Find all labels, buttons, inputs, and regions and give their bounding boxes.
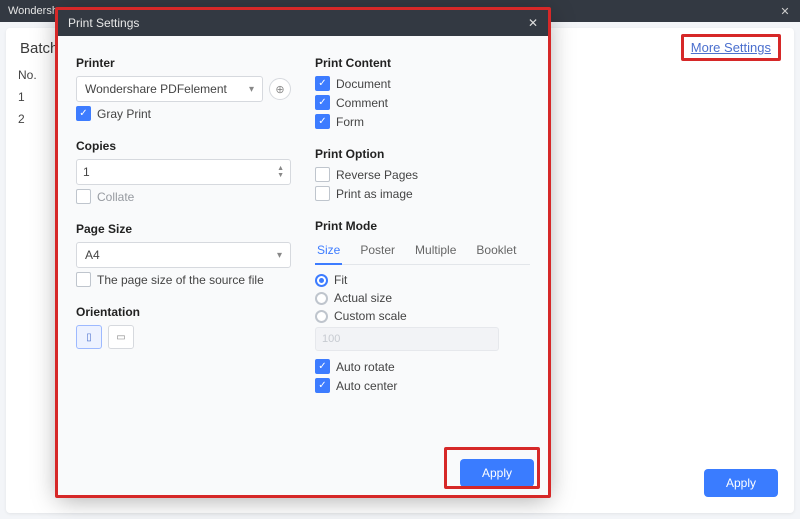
tab-size[interactable]: Size	[315, 239, 342, 265]
batch-list: No. 1 2	[18, 68, 37, 134]
print-as-image-checkbox[interactable]: Print as image	[315, 186, 530, 201]
checkbox-icon	[76, 272, 91, 287]
actual-size-radio[interactable]: Actual size	[315, 291, 530, 305]
source-pagesize-checkbox[interactable]: The page size of the source file	[76, 272, 291, 287]
content-document-checkbox[interactable]: Document	[315, 76, 530, 91]
printer-settings-icon[interactable]: ⊕	[269, 78, 291, 100]
apply-button-bg[interactable]: Apply	[704, 469, 778, 497]
custom-scale-input: 100	[315, 327, 499, 351]
section-print-option: Print Option	[315, 147, 530, 161]
chevron-down-icon: ▾	[277, 250, 282, 261]
chevron-up-icon[interactable]: ▲	[277, 165, 284, 172]
page-size-select[interactable]: A4 ▾	[76, 242, 291, 268]
more-settings-link[interactable]: More Settings	[687, 38, 775, 57]
list-row: 1	[18, 90, 37, 104]
content-comment-checkbox[interactable]: Comment	[315, 95, 530, 110]
checkbox-icon	[315, 378, 330, 393]
section-printer: Printer	[76, 56, 291, 70]
orientation-landscape[interactable]: ▭	[108, 325, 134, 349]
custom-scale-radio[interactable]: Custom scale	[315, 309, 530, 323]
checkbox-icon	[315, 186, 330, 201]
section-pagesize: Page Size	[76, 222, 291, 236]
tab-multiple[interactable]: Multiple	[413, 239, 458, 264]
col-header-no: No.	[18, 68, 37, 82]
collate-checkbox[interactable]: Collate	[76, 189, 291, 204]
printer-select[interactable]: Wondershare PDFelement ▾	[76, 76, 263, 102]
printer-selected: Wondershare PDFelement	[85, 82, 227, 96]
checkbox-icon	[315, 76, 330, 91]
close-icon[interactable]: ✕	[776, 5, 794, 18]
fit-radio[interactable]: Fit	[315, 273, 530, 287]
checkbox-icon	[315, 359, 330, 374]
dialog-title: Print Settings	[68, 16, 139, 30]
section-orientation: Orientation	[76, 305, 291, 319]
checkbox-icon	[315, 167, 330, 182]
section-print-mode: Print Mode	[315, 219, 530, 233]
auto-rotate-checkbox[interactable]: Auto rotate	[315, 359, 530, 374]
section-print-content: Print Content	[315, 56, 530, 70]
orientation-portrait[interactable]: ▯	[76, 325, 102, 349]
radio-icon	[315, 310, 328, 323]
list-row: 2	[18, 112, 37, 126]
tab-poster[interactable]: Poster	[358, 239, 397, 264]
close-icon[interactable]: ✕	[524, 16, 542, 30]
content-form-checkbox[interactable]: Form	[315, 114, 530, 129]
app-title: Wondersha	[8, 5, 64, 17]
chevron-down-icon[interactable]: ▼	[277, 172, 284, 179]
radio-icon	[315, 274, 328, 287]
checkbox-icon	[315, 95, 330, 110]
copies-input[interactable]: 1 ▲▼	[76, 159, 291, 185]
reverse-pages-checkbox[interactable]: Reverse Pages	[315, 167, 530, 182]
apply-button[interactable]: Apply	[460, 459, 534, 487]
gray-print-checkbox[interactable]: Gray Print	[76, 106, 291, 121]
checkbox-icon	[76, 189, 91, 204]
radio-icon	[315, 292, 328, 305]
print-settings-dialog: Print Settings ✕ Printer Wondershare PDF…	[58, 10, 548, 495]
tab-booklet[interactable]: Booklet	[474, 239, 518, 264]
chevron-down-icon: ▾	[249, 84, 254, 95]
checkbox-icon	[315, 114, 330, 129]
checkbox-icon	[76, 106, 91, 121]
section-copies: Copies	[76, 139, 291, 153]
auto-center-checkbox[interactable]: Auto center	[315, 378, 530, 393]
